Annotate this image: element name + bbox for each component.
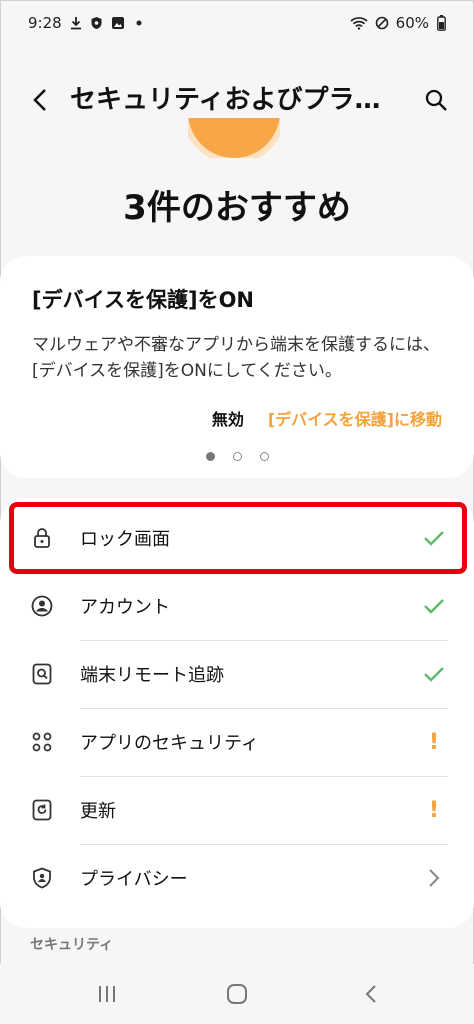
list-item-update[interactable]: 更新 !	[0, 776, 474, 844]
search-icon	[425, 89, 447, 111]
divider	[80, 776, 448, 777]
warning-icon: !	[428, 729, 440, 755]
list-item-find-device[interactable]: 端末リモート追跡	[0, 640, 474, 708]
list-item-label: アカウント	[80, 597, 170, 618]
account-icon	[30, 594, 54, 618]
back-arrow-icon	[33, 89, 46, 111]
privacy-shield-icon	[30, 866, 54, 890]
page-title: セキュリティおよびプラ…	[70, 85, 381, 115]
warning-icon: !	[428, 797, 440, 823]
back-nav-icon	[365, 985, 376, 1003]
home-icon	[227, 984, 247, 1004]
section-header-security: セキュリティ	[30, 937, 114, 953]
dnd-icon	[375, 16, 389, 30]
recommendation-description: マルウェアや不審なアプリから端末を保護するには、[デバイスを保護]をONにしてく…	[32, 335, 440, 381]
shield-icon	[90, 16, 104, 30]
list-item-label: 更新	[80, 801, 116, 822]
recents-icon	[99, 986, 115, 1002]
page-dot-1[interactable]	[205, 452, 215, 461]
home-button[interactable]	[222, 982, 252, 1006]
list-item-label: プライバシー	[80, 869, 188, 890]
highlight-box	[9, 502, 467, 574]
page-dot-3[interactable]	[259, 452, 269, 461]
back-button[interactable]	[24, 84, 56, 116]
download-icon	[69, 16, 83, 30]
battery-icon	[436, 15, 446, 31]
go-to-protect-device-button[interactable]: [デバイスを保護]に移動	[268, 406, 442, 430]
check-icon	[422, 594, 446, 618]
chevron-right-icon	[422, 866, 446, 890]
apps-icon	[30, 730, 54, 754]
list-item-label: アプリのセキュリティ	[80, 733, 259, 754]
update-icon	[30, 798, 54, 822]
list-item-app-security[interactable]: アプリのセキュリティ !	[0, 708, 474, 776]
page-dot-2[interactable]	[232, 452, 242, 461]
list-item-privacy[interactable]: プライバシー	[0, 844, 474, 912]
wifi-icon	[350, 16, 368, 30]
battery-percent: 60%	[395, 14, 429, 32]
image-icon	[111, 16, 125, 30]
dot-icon	[132, 16, 146, 30]
divider	[80, 708, 448, 709]
check-icon	[422, 662, 446, 686]
recommendation-title: [デバイスを保護]をON	[32, 288, 254, 312]
list-item-label: 端末リモート追跡	[80, 665, 224, 686]
find-device-icon	[30, 662, 54, 686]
recommendation-card[interactable]: [デバイスを保護]をON マルウェアや不審なアプリから端末を保護するには、[デバ…	[0, 256, 474, 478]
back-nav-button[interactable]	[356, 982, 386, 1006]
system-nav-bar	[0, 964, 474, 1024]
security-status-illustration	[188, 118, 280, 158]
recommendations-heading: 3件のおすすめ	[123, 188, 351, 228]
recents-button[interactable]	[92, 982, 122, 1006]
page-indicator[interactable]	[0, 452, 474, 461]
status-time: 9:28	[28, 14, 62, 32]
disable-button[interactable]: 無効	[212, 406, 244, 430]
list-item-account[interactable]: アカウント	[0, 572, 474, 640]
divider	[80, 640, 448, 641]
status-bar: 9:28 60%	[28, 10, 446, 36]
search-button[interactable]	[420, 84, 452, 116]
divider	[80, 844, 448, 845]
